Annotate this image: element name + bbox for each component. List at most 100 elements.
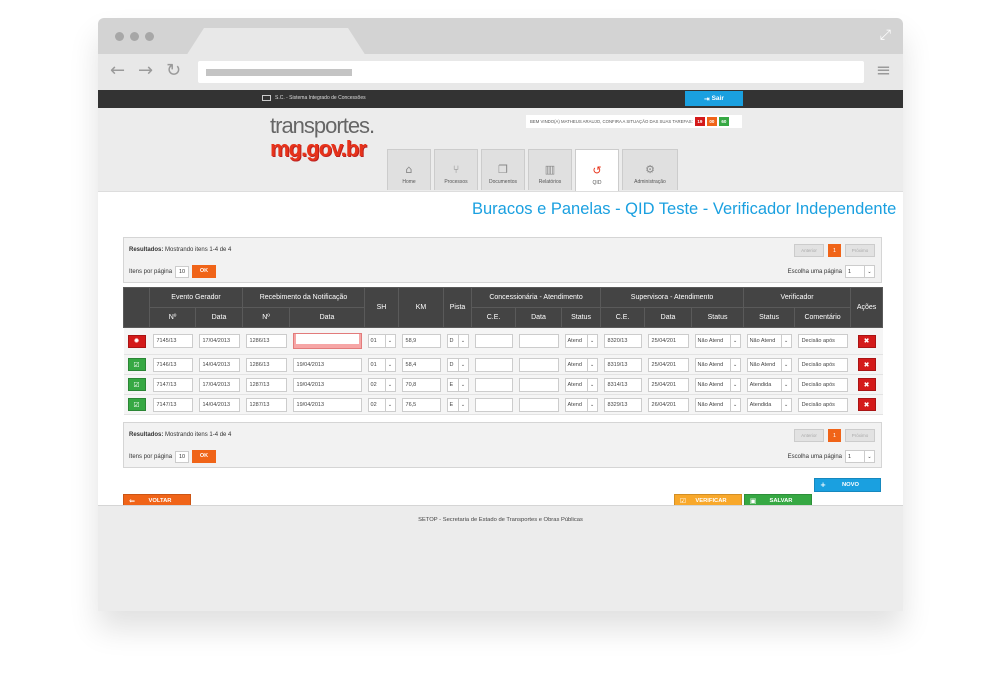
conc-status-select[interactable]: Atend ⌄	[564, 357, 598, 372]
task-count-green[interactable]: 60	[718, 117, 729, 126]
sup-status-select[interactable]: Não Atend ⌄	[694, 377, 741, 392]
prev-button[interactable]: Anterior	[794, 429, 824, 442]
receb-data-field[interactable]: 19/04/2013	[292, 397, 362, 412]
sup-data-field[interactable]: 25/04/201	[647, 357, 689, 372]
comentario-field[interactable]: Decisão após	[797, 334, 848, 348]
novo-button[interactable]: + NOVO	[814, 478, 881, 492]
sup-status-select[interactable]: Não Atend ⌄	[694, 334, 741, 348]
conc-status-select[interactable]: Atend ⌄	[564, 397, 598, 412]
evento-no-field[interactable]: 7147/13	[152, 397, 193, 412]
delete-button[interactable]: ✖	[857, 358, 876, 371]
receb-data-field[interactable]: 19/04/2013	[292, 377, 362, 392]
km-field[interactable]: 58,9	[401, 334, 441, 348]
window-dot[interactable]	[145, 32, 154, 41]
next-button[interactable]: Próximo	[845, 244, 875, 257]
conc-data-field[interactable]	[518, 357, 559, 372]
conc-data-field[interactable]	[518, 397, 559, 412]
forward-icon[interactable]: →	[138, 60, 153, 81]
evento-no-field[interactable]: 7146/13	[152, 357, 193, 372]
tab-qid[interactable]: ↺ QID	[575, 149, 619, 191]
comentario-field[interactable]: Decisão após	[797, 357, 848, 372]
conc-data-field[interactable]	[518, 334, 559, 348]
choose-page-select[interactable]: 1 ⌄	[845, 265, 875, 278]
ok-button[interactable]: OK	[192, 450, 217, 463]
task-count-red[interactable]: 19	[694, 117, 705, 126]
tab-administracao[interactable]: ⚙ Administração	[622, 149, 678, 190]
back-icon[interactable]: ←	[110, 60, 125, 81]
sup-data-field[interactable]: 25/04/201	[647, 334, 689, 348]
receb-no-field[interactable]: 1286/13	[245, 334, 287, 348]
evento-data-field[interactable]: 17/04/2013	[198, 377, 240, 392]
receb-no-field[interactable]: 1287/13	[245, 397, 287, 412]
tab-relatorios[interactable]: ▥ Relatórios	[528, 149, 572, 190]
task-count-orange[interactable]: 00	[706, 117, 717, 126]
page-number[interactable]: 1	[828, 429, 841, 442]
comentario-field[interactable]: Decisão após	[797, 377, 848, 392]
conc-ce-field[interactable]	[474, 334, 513, 348]
receb-no-field[interactable]: 1286/13	[245, 357, 287, 372]
receb-data-field-error[interactable]	[292, 333, 362, 349]
sh-select[interactable]: 01 ⌄	[367, 357, 396, 372]
window-dot[interactable]	[115, 32, 124, 41]
sup-data-field[interactable]: 26/04/201	[647, 397, 689, 412]
receb-data-field[interactable]: 19/04/2013	[292, 357, 362, 372]
sh-select[interactable]: 01 ⌄	[367, 334, 396, 348]
window-dot[interactable]	[130, 32, 139, 41]
km-field[interactable]: 70,8	[401, 377, 441, 392]
tab-home[interactable]: ⌂ Home	[387, 149, 431, 190]
ok-button[interactable]: OK	[192, 265, 217, 278]
pista-select[interactable]: E ⌄	[446, 397, 469, 412]
evento-data-field[interactable]: 14/04/2013	[198, 357, 240, 372]
sup-ce-field[interactable]: 8320/13	[603, 334, 642, 348]
conc-ce-field[interactable]	[474, 397, 513, 412]
pista-select[interactable]: D ⌄	[446, 334, 469, 348]
tab-documentos[interactable]: ❐ Documentos	[481, 149, 525, 190]
browser-tab[interactable]	[186, 28, 366, 56]
sup-status-select[interactable]: Não Atend ⌄	[694, 357, 741, 372]
sup-ce-field[interactable]: 8314/13	[603, 377, 642, 392]
logout-button[interactable]: ⇥ Sair	[685, 91, 743, 106]
next-button[interactable]: Próximo	[845, 429, 875, 442]
conc-data-field[interactable]	[518, 377, 559, 392]
items-per-page-input[interactable]: 10	[175, 450, 190, 463]
ver-status-select[interactable]: Não Atend ⌄	[746, 357, 792, 372]
sh-select[interactable]: 02 ⌄	[367, 377, 396, 392]
expand-icon[interactable]: ⤢	[880, 27, 891, 43]
km-field[interactable]: 58,4	[401, 357, 441, 372]
ok-status-button[interactable]: ☑	[127, 398, 146, 411]
evento-data-field[interactable]: 14/04/2013	[198, 397, 240, 412]
delete-button[interactable]: ✖	[857, 378, 876, 391]
conc-ce-field[interactable]	[474, 357, 513, 372]
evento-data-field[interactable]: 17/04/2013	[198, 334, 240, 348]
page-number[interactable]: 1	[828, 244, 841, 257]
error-status-button[interactable]: ✹	[127, 334, 146, 348]
evento-no-field[interactable]: 7145/13	[152, 334, 193, 348]
reload-icon[interactable]: ↻	[166, 60, 181, 81]
items-per-page-input[interactable]: 10	[175, 265, 190, 278]
receb-no-field[interactable]: 1287/13	[245, 377, 287, 392]
delete-button[interactable]: ✖	[857, 398, 876, 411]
sh-select[interactable]: 02 ⌄	[367, 397, 396, 412]
address-bar[interactable]	[198, 61, 864, 83]
sup-status-select[interactable]: Não Atend ⌄	[694, 397, 741, 412]
choose-page-select[interactable]: 1 ⌄	[845, 450, 875, 463]
ver-status-select[interactable]: Não Atend ⌄	[746, 334, 792, 348]
comentario-field[interactable]: Decisão após	[797, 397, 848, 412]
evento-no-field[interactable]: 7147/13	[152, 377, 193, 392]
pista-select[interactable]: D ⌄	[446, 357, 469, 372]
conc-ce-field[interactable]	[474, 377, 513, 392]
tab-processos[interactable]: ⑂ Processos	[434, 149, 478, 190]
sup-ce-field[interactable]: 8319/13	[603, 357, 642, 372]
km-field[interactable]: 76,5	[401, 397, 441, 412]
conc-status-select[interactable]: Atend ⌄	[564, 334, 598, 348]
delete-button[interactable]: ✖	[857, 334, 876, 348]
conc-status-select[interactable]: Atend ⌄	[564, 377, 598, 392]
ver-status-select[interactable]: Atendida ⌄	[746, 397, 792, 412]
prev-button[interactable]: Anterior	[794, 244, 824, 257]
pista-select[interactable]: E ⌄	[446, 377, 469, 392]
menu-icon[interactable]: ≡	[876, 60, 891, 81]
sup-ce-field[interactable]: 8329/13	[603, 397, 642, 412]
ver-status-select[interactable]: Atendida ⌄	[746, 377, 792, 392]
ok-status-button[interactable]: ☑	[127, 358, 146, 371]
sup-data-field[interactable]: 25/04/201	[647, 377, 689, 392]
